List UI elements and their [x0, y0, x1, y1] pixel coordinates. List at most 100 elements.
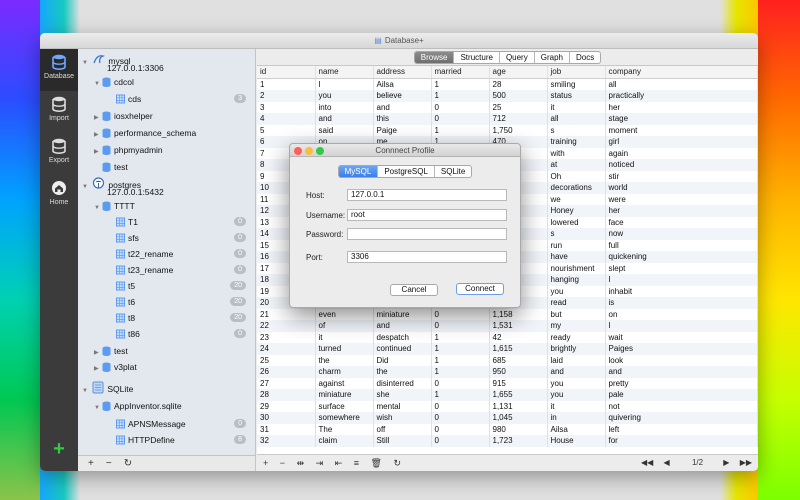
chevron-right-icon[interactable]: ▶ — [94, 365, 102, 372]
add-connection-button[interactable]: + — [40, 438, 78, 461]
table-cell[interactable]: 26 — [257, 366, 316, 378]
table-cell[interactable]: mental — [373, 400, 432, 412]
table-cell[interactable]: Honey — [547, 205, 606, 217]
table-cell[interactable]: 1 — [431, 124, 490, 136]
table-cell[interactable]: her — [605, 205, 758, 217]
tree-item-test[interactable]: test — [102, 162, 128, 172]
table-row[interactable]: 3 into and 0 25 it her — [257, 101, 758, 113]
table-cell[interactable]: despatch — [373, 331, 432, 343]
table-cell[interactable]: The — [315, 423, 374, 435]
table-cell[interactable]: 0 — [431, 377, 490, 389]
tree-item-v3plat[interactable]: ▶ v3plat — [94, 362, 137, 372]
tree-item-phpmyadmin[interactable]: ▶ phpmyadmin — [94, 145, 163, 155]
table-cell[interactable]: pale — [605, 389, 758, 401]
table-row[interactable]: 23 it despatch 1 42 ready wait — [257, 331, 758, 343]
tree-item-sfs[interactable]: sfs 0 — [116, 233, 252, 243]
table-cell[interactable]: 1 — [431, 90, 490, 102]
prev-page-icon[interactable]: ◀ — [664, 458, 670, 467]
table-cell[interactable]: 1 — [431, 366, 490, 378]
table-cell[interactable]: ready — [547, 331, 606, 343]
table-cell[interactable]: you — [547, 377, 606, 389]
table-cell[interactable]: Oh — [547, 170, 606, 182]
table-cell[interactable]: face — [605, 216, 758, 228]
table-cell[interactable]: you — [315, 90, 374, 102]
table-cell[interactable]: 3 — [257, 101, 316, 113]
table-cell[interactable]: 1,531 — [489, 320, 548, 332]
table-cell[interactable]: 29 — [257, 400, 316, 412]
table-cell[interactable]: not — [605, 400, 758, 412]
table-cell[interactable]: were — [605, 193, 758, 205]
table-row[interactable]: 5 said Paige 1 1,750 s moment — [257, 124, 758, 136]
table-cell[interactable]: and — [315, 113, 374, 125]
tree-item-t86[interactable]: t86 0 — [116, 329, 252, 339]
insert-column-button[interactable]: ⇥ — [316, 458, 324, 468]
tab-browse[interactable]: Browse — [414, 52, 454, 63]
host-field[interactable]: 127.0.0.1 — [347, 189, 507, 201]
table-cell[interactable]: slept — [605, 262, 758, 274]
table-cell[interactable]: disinterred — [373, 377, 432, 389]
table-cell[interactable]: this — [373, 113, 432, 125]
column-header[interactable]: company — [605, 66, 758, 79]
table-cell[interactable]: 1,750 — [489, 124, 548, 136]
table-cell[interactable]: into — [315, 101, 374, 113]
last-page-icon[interactable]: ▶▶ — [740, 458, 752, 467]
table-cell[interactable]: 2 — [257, 90, 316, 102]
minimize-icon[interactable] — [305, 147, 313, 155]
table-cell[interactable]: Paiges — [605, 343, 758, 355]
table-cell[interactable]: 21 — [257, 308, 316, 320]
table-cell[interactable]: girl — [605, 136, 758, 148]
table-cell[interactable]: 0 — [431, 113, 490, 125]
table-cell[interactable]: 1 — [431, 354, 490, 366]
table-cell[interactable]: 0 — [431, 308, 490, 320]
add-column-button[interactable]: ⇹ — [297, 458, 305, 468]
table-cell[interactable]: 950 — [489, 366, 548, 378]
tab-postgresql[interactable]: PostgreSQL — [377, 166, 434, 177]
table-cell[interactable]: I — [315, 78, 374, 90]
tab-docs[interactable]: Docs — [568, 52, 600, 63]
table-cell[interactable]: against — [315, 377, 374, 389]
column-header[interactable]: married — [431, 66, 490, 79]
table-cell[interactable]: 0 — [431, 435, 490, 447]
table-cell[interactable]: 712 — [489, 113, 548, 125]
table-cell[interactable]: 1 — [431, 343, 490, 355]
tab-structure[interactable]: Structure — [453, 52, 498, 63]
table-row[interactable]: 1 I Ailsa 1 28 smiling all — [257, 78, 758, 90]
table-cell[interactable]: wait — [605, 331, 758, 343]
table-row[interactable]: 24 turned continued 1 1,615 brightly Paiges — [257, 343, 758, 355]
table-cell[interactable]: have — [547, 251, 606, 263]
table-row[interactable]: 30 somewhere wish 0 1,045 in quivering — [257, 412, 758, 424]
tree-item-performance-schema[interactable]: ▶ performance_schema — [94, 128, 196, 138]
table-cell[interactable]: at — [547, 159, 606, 171]
table-cell[interactable]: 4 — [257, 113, 316, 125]
table-cell[interactable]: quickening — [605, 251, 758, 263]
table-cell[interactable]: on — [605, 308, 758, 320]
table-cell[interactable]: quivering — [605, 412, 758, 424]
chevron-right-icon[interactable]: ▶ — [94, 114, 102, 121]
table-cell[interactable]: Paige — [373, 124, 432, 136]
table-cell[interactable]: 28 — [489, 78, 548, 90]
table-cell[interactable]: Ailsa — [373, 78, 432, 90]
column-header[interactable]: address — [373, 66, 432, 79]
column-header[interactable]: id — [257, 66, 316, 79]
tab-sqlite[interactable]: SQLite — [433, 166, 471, 177]
table-cell[interactable]: 1 — [431, 331, 490, 343]
table-cell[interactable]: in — [547, 412, 606, 424]
zoom-icon[interactable] — [316, 147, 324, 155]
table-cell[interactable]: Still — [373, 435, 432, 447]
table-cell[interactable]: 0 — [431, 320, 490, 332]
table-cell[interactable]: 1,655 — [489, 389, 548, 401]
table-cell[interactable]: 1 — [257, 78, 316, 90]
table-cell[interactable]: but — [547, 308, 606, 320]
table-cell[interactable]: decorations — [547, 182, 606, 194]
tree-item-t8[interactable]: t8 20 — [116, 313, 252, 323]
table-row[interactable]: 28 miniature she 1 1,655 you pale — [257, 389, 758, 401]
password-field[interactable] — [347, 228, 507, 240]
table-cell[interactable]: miniature — [373, 308, 432, 320]
chevron-down-icon[interactable]: ▼ — [94, 405, 102, 411]
table-cell[interactable]: stir — [605, 170, 758, 182]
refresh-icon[interactable]: ↻ — [124, 458, 132, 469]
tree-item-t5[interactable]: t5 20 — [116, 281, 252, 291]
table-cell[interactable]: I — [605, 320, 758, 332]
table-cell[interactable]: 1 — [431, 389, 490, 401]
table-cell[interactable]: 1,045 — [489, 412, 548, 424]
